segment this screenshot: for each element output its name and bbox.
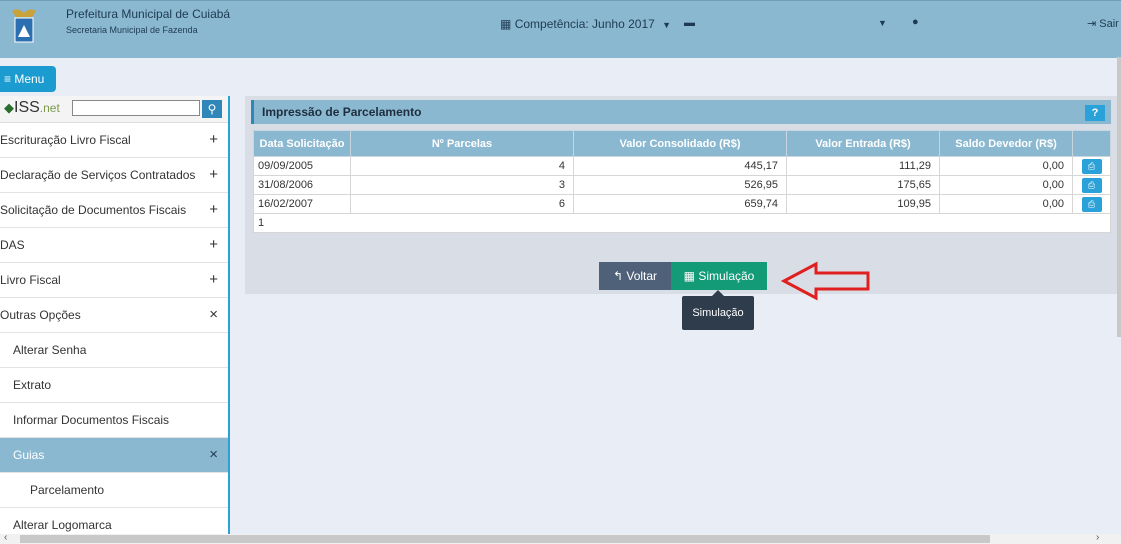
table-header-row: Data Solicitação Nº Parcelas Valor Conso… (253, 130, 1111, 157)
table-row: 09/09/2005 4 445,17 111,29 0,00 ⎙ (253, 156, 1111, 176)
vertical-scrollbar[interactable] (1117, 57, 1121, 337)
issnet-logo: ◆ISS.net (4, 99, 60, 116)
logout-icon: ⇥ (1087, 18, 1097, 30)
competencia-dropdown[interactable]: ▦ Competência: Junho 2017 ▼ (500, 17, 671, 31)
pager-page-1[interactable]: 1 (253, 213, 1111, 233)
sidebar-item-alterar-logomarca[interactable]: Alterar Logomarca (0, 508, 228, 536)
expand-icon: + (209, 236, 218, 253)
page-title: Impressão de Parcelamento (262, 105, 422, 119)
logout-label: Sair (1099, 18, 1119, 30)
col-parcelas[interactable]: Nº Parcelas (350, 130, 574, 157)
cell-consolidado: 526,95 (573, 175, 787, 195)
scrollbar-thumb[interactable] (20, 535, 990, 543)
sidebar-item-outras-opcoes[interactable]: Outras Opções × (0, 298, 228, 333)
cell-parcelas: 6 (350, 194, 574, 214)
cell-data: 09/09/2005 (253, 156, 351, 176)
main-panel: Impressão de Parcelamento ? Data Solicit… (245, 96, 1117, 294)
print-icon[interactable]: ⎙ (1081, 196, 1102, 212)
sidebar-item-declaracao[interactable]: Declaração de Serviços Contratados + (0, 158, 228, 193)
expand-icon: + (209, 131, 218, 148)
iss-search-bar: ◆ISS.net ⚲ (0, 96, 228, 123)
help-button[interactable]: ? (1085, 105, 1105, 121)
cell-saldo: 0,00 (939, 194, 1073, 214)
table-row: 16/02/2007 6 659,74 109,95 0,00 ⎙ (253, 194, 1111, 214)
col-saldo-devedor[interactable]: Saldo Devedor (R$) (939, 130, 1073, 157)
cell-consolidado: 445,17 (573, 156, 787, 176)
calculator-icon: ▦ (683, 269, 695, 283)
parcelamento-table: Data Solicitação Nº Parcelas Valor Conso… (253, 130, 1111, 233)
cell-entrada: 175,65 (786, 175, 940, 195)
search-icon[interactable]: ⚲ (202, 100, 222, 118)
simulacao-button[interactable]: ▦ Simulação (671, 262, 767, 290)
col-actions (1072, 130, 1111, 157)
menu-search-input[interactable] (72, 100, 200, 116)
cell-entrada: 111,29 (786, 156, 940, 176)
print-icon[interactable]: ⎙ (1081, 177, 1102, 193)
org-block: Prefeitura Municipal de Cuiabá Secretari… (66, 7, 230, 35)
sidebar-item-escrituracao[interactable]: Escrituração Livro Fiscal + (0, 123, 228, 158)
back-arrow-icon: ↰ (612, 269, 624, 283)
cell-saldo: 0,00 (939, 175, 1073, 195)
col-data-solicitacao[interactable]: Data Solicitação (253, 130, 351, 157)
voltar-button[interactable]: ↰ Voltar (599, 262, 671, 290)
simulacao-tooltip: Simulação (682, 296, 754, 330)
cell-parcelas: 4 (350, 156, 574, 176)
sidebar: ◆ISS.net ⚲ Escrituração Livro Fiscal + De… (0, 96, 230, 536)
briefcase-icon[interactable]: ▬ (684, 17, 695, 29)
user-icon[interactable]: ● (912, 16, 919, 28)
col-valor-entrada[interactable]: Valor Entrada (R$) (786, 130, 940, 157)
scroll-right-icon[interactable]: › (1096, 532, 1099, 543)
sidebar-item-parcelamento[interactable]: Parcelamento (0, 473, 228, 508)
col-valor-consolidado[interactable]: Valor Consolidado (R$) (573, 130, 787, 157)
chevron-down-icon[interactable]: ▼ (878, 18, 887, 28)
print-icon[interactable]: ⎙ (1081, 158, 1102, 174)
sidebar-item-guias[interactable]: Guias × (0, 438, 228, 473)
sidebar-item-extrato[interactable]: Extrato (0, 368, 228, 403)
sidebar-item-informar-documentos[interactable]: Informar Documentos Fiscais (0, 403, 228, 438)
pager-row: 1 (253, 213, 1111, 233)
cell-data: 31/08/2006 (253, 175, 351, 195)
cell-saldo: 0,00 (939, 156, 1073, 176)
menu-toggle-button[interactable]: ≡ Menu (0, 66, 56, 92)
cell-consolidado: 659,74 (573, 194, 787, 214)
sidebar-item-solicitacao[interactable]: Solicitação de Documentos Fiscais + (0, 193, 228, 228)
expand-icon: + (209, 201, 218, 218)
cell-data: 16/02/2007 (253, 194, 351, 214)
expand-icon: + (209, 166, 218, 183)
chevron-down-icon: ▼ (662, 20, 672, 30)
competencia-label: Competência: Junho 2017 (514, 17, 655, 31)
collapse-icon: × (209, 446, 218, 463)
sidebar-item-livro-fiscal[interactable]: Livro Fiscal + (0, 263, 228, 298)
horizontal-scrollbar[interactable]: ‹ › (0, 532, 1121, 544)
org-subtitle: Secretaria Municipal de Fazenda (66, 25, 198, 35)
cell-parcelas: 3 (350, 175, 574, 195)
red-pointer-arrow-icon (780, 261, 870, 301)
logout-link[interactable]: ⇥ Sair (1087, 17, 1119, 30)
table-row: 31/08/2006 3 526,95 175,65 0,00 ⎙ (253, 175, 1111, 195)
top-bar: Prefeitura Municipal de Cuiabá Secretari… (0, 0, 1121, 58)
org-name: Prefeitura Municipal de Cuiabá (66, 7, 231, 21)
issnet-leaf-icon: ◆ (4, 100, 14, 115)
calendar-icon: ▦ (500, 17, 512, 31)
sidebar-item-alterar-senha[interactable]: Alterar Senha (0, 333, 228, 368)
collapse-icon: × (209, 306, 218, 323)
sidebar-item-das[interactable]: DAS + (0, 228, 228, 263)
scroll-left-icon[interactable]: ‹ (4, 532, 7, 543)
expand-icon: + (209, 271, 218, 288)
city-crest-icon (12, 9, 36, 43)
cell-entrada: 109,95 (786, 194, 940, 214)
panel-header: Impressão de Parcelamento ? (251, 100, 1111, 124)
